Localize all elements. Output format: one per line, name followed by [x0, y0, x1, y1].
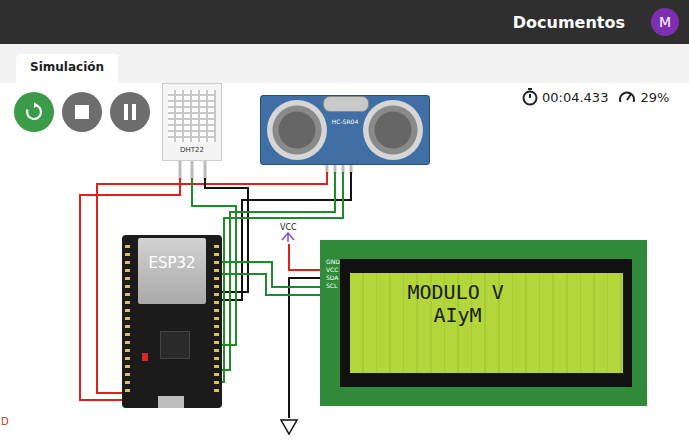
sonar-transducer	[267, 100, 327, 160]
stop-icon	[75, 105, 89, 119]
pin-header	[214, 245, 219, 395]
documents-link[interactable]: Documentos	[513, 13, 625, 32]
lcd-pins: GNDVCCSDASCL	[326, 258, 340, 289]
dht-grille	[168, 90, 216, 142]
speed-gauge-icon	[618, 89, 636, 105]
vcc-symbol[interactable]: VCC	[280, 223, 297, 242]
lcd-pin-label: VCC	[326, 266, 340, 273]
esp32-label: ESP32	[148, 254, 195, 304]
stopwatch-icon	[522, 88, 538, 106]
wire[interactable]	[216, 274, 326, 295]
sonar-label: HC-SR04	[332, 118, 358, 125]
wire[interactable]	[216, 172, 335, 370]
user-avatar[interactable]: M	[651, 8, 679, 36]
lcd-pin-label: SDA	[326, 274, 340, 281]
vcc-label: VCC	[280, 223, 297, 232]
lcd-screen: MODULO VAIyM	[350, 273, 623, 373]
simulation-canvas: 00:04.43329%DHT22HC-SR04ESP32VCCDGNDVCCS…	[0, 83, 689, 443]
esp32-board[interactable]: ESP32	[122, 235, 222, 408]
sonar-transducer	[363, 100, 423, 160]
simulation-tab[interactable]: Simulación	[16, 54, 118, 83]
esp32-module: ESP32	[138, 238, 206, 304]
chip	[160, 331, 190, 359]
dht-pin	[179, 160, 182, 180]
wokwi-app: Documentos M Simulación 00:04.433 29% DHT22 HC…	[0, 0, 689, 443]
lcd-display[interactable]: GNDVCCSDASCL MODULO VAIyM	[320, 240, 647, 406]
dht22-sensor[interactable]: DHT22	[162, 83, 222, 161]
usb-port	[158, 396, 184, 408]
lcd-bezel: MODULO VAIyM	[340, 259, 632, 387]
lcd-line: MODULO V	[350, 281, 623, 304]
sonar-crystal	[323, 96, 369, 112]
pause-button[interactable]	[110, 92, 150, 132]
vcc-arrow-icon	[281, 232, 295, 242]
sim-controls	[14, 92, 150, 132]
lcd-pin-label: SCL	[326, 282, 340, 289]
tab-strip: Simulación	[0, 44, 689, 83]
sim-speed: 29%	[640, 90, 669, 105]
restart-icon	[24, 102, 44, 122]
power-led	[142, 353, 148, 361]
pin-header	[125, 245, 130, 395]
pause-icon	[123, 104, 137, 120]
sim-status: 00:04.433 29%	[522, 88, 675, 106]
hc-sr04-sensor[interactable]: HC-SR04	[260, 95, 430, 165]
edge-label: D	[1, 416, 9, 427]
ground-icon[interactable]	[279, 418, 299, 436]
lcd-line: AIyM	[350, 304, 623, 327]
dht-pin	[191, 160, 194, 180]
dht-label: DHT22	[180, 146, 204, 154]
dht-pin	[204, 160, 207, 180]
stop-button[interactable]	[62, 92, 102, 132]
sim-timer: 00:04.433	[542, 90, 608, 105]
top-bar: Documentos M	[0, 0, 689, 44]
restart-button[interactable]	[14, 92, 54, 132]
lcd-pin-label: GND	[326, 258, 340, 265]
